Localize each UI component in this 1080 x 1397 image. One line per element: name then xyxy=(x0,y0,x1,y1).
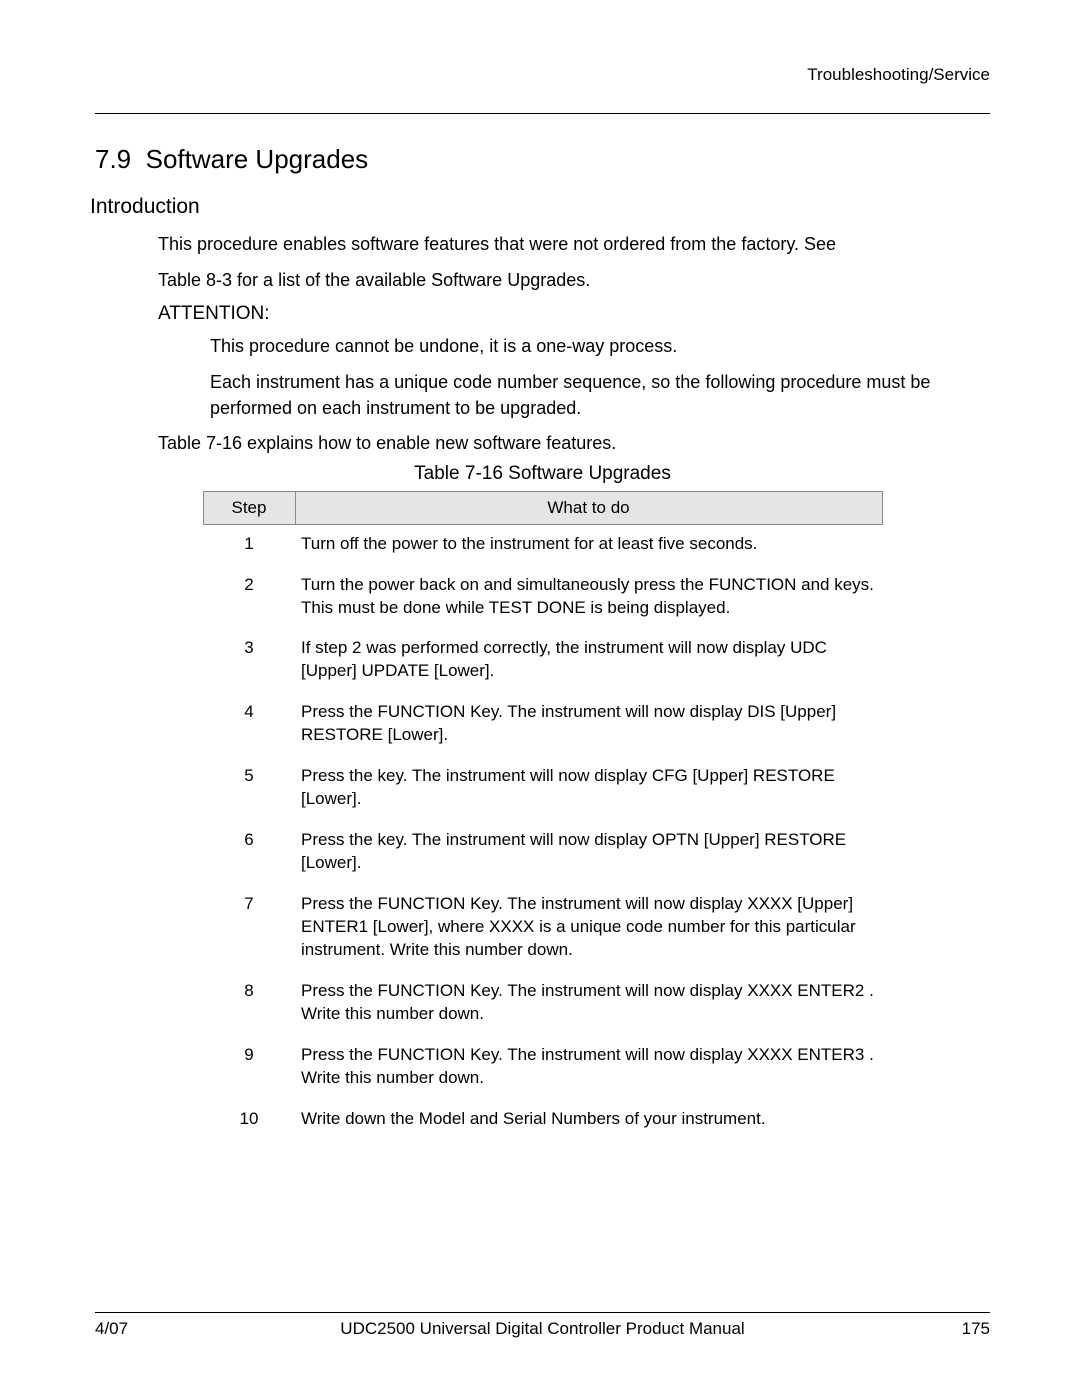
section-heading: 7.9 Software Upgrades xyxy=(95,144,990,175)
table-header-row: Step What to do xyxy=(203,491,882,524)
attention-heading: ATTENTION: xyxy=(158,303,990,325)
step-text: Write down the Model and Serial Numbers … xyxy=(295,1100,882,1141)
table-reference: Table 7-16 explains how to enable new so… xyxy=(158,431,990,456)
intro-p1: This procedure enables software features… xyxy=(158,231,990,257)
col-step: Step xyxy=(203,491,295,524)
header-rule xyxy=(95,113,990,114)
step-num: 7 xyxy=(203,885,295,972)
step-num: 4 xyxy=(203,693,295,757)
footer-title: UDC2500 Universal Digital Controller Pro… xyxy=(205,1319,880,1339)
table-row: 4Press the FUNCTION Key. The instrument … xyxy=(203,693,882,757)
table-row: 2Turn the power back on and simultaneous… xyxy=(203,566,882,630)
step-num: 6 xyxy=(203,821,295,885)
table-row: 9Press the FUNCTION Key. The instrument … xyxy=(203,1036,882,1100)
step-num: 10 xyxy=(203,1100,295,1141)
table-row: 6Press the key. The instrument will now … xyxy=(203,821,882,885)
step-num: 2 xyxy=(203,566,295,630)
footer-page: 175 xyxy=(880,1319,990,1339)
section-number: 7.9 xyxy=(95,144,131,174)
attention-item-1: This procedure cannot be undone, it is a… xyxy=(210,333,990,359)
page-footer: 4/07 UDC2500 Universal Digital Controlle… xyxy=(95,1312,990,1339)
step-num: 5 xyxy=(203,757,295,821)
section-title: Software Upgrades xyxy=(146,144,369,174)
table-row: 3If step 2 was performed correctly, the … xyxy=(203,629,882,693)
step-num: 1 xyxy=(203,524,295,565)
table-row: 7Press the FUNCTION Key. The instrument … xyxy=(203,885,882,972)
step-text: Press the key. The instrument will now d… xyxy=(295,821,882,885)
table-row: 8Press the FUNCTION Key. The instrument … xyxy=(203,972,882,1036)
procedure-table: Step What to do 1Turn off the power to t… xyxy=(203,491,883,1141)
table-caption: Table 7-16 Software Upgrades xyxy=(95,463,990,485)
step-text: Press the FUNCTION Key. The instrument w… xyxy=(295,972,882,1036)
step-num: 9 xyxy=(203,1036,295,1100)
footer-rule xyxy=(95,1312,990,1313)
step-num: 3 xyxy=(203,629,295,693)
col-what: What to do xyxy=(295,491,882,524)
step-text: Turn the power back on and simultaneousl… xyxy=(295,566,882,630)
footer-row: 4/07 UDC2500 Universal Digital Controlle… xyxy=(95,1319,990,1339)
table-row: 5Press the key. The instrument will now … xyxy=(203,757,882,821)
document-page: Troubleshooting/Service 7.9 Software Upg… xyxy=(0,0,1080,1397)
running-head: Troubleshooting/Service xyxy=(95,65,990,85)
intro-body: This procedure enables software features… xyxy=(158,231,990,293)
step-text: Press the FUNCTION Key. The instrument w… xyxy=(295,885,882,972)
table-row: 10Write down the Model and Serial Number… xyxy=(203,1100,882,1141)
step-text: Press the FUNCTION Key. The instrument w… xyxy=(295,1036,882,1100)
attention-body: This procedure cannot be undone, it is a… xyxy=(210,333,990,421)
table-row: 1Turn off the power to the instrument fo… xyxy=(203,524,882,565)
step-text: Press the key. The instrument will now d… xyxy=(295,757,882,821)
step-num: 8 xyxy=(203,972,295,1036)
footer-date: 4/07 xyxy=(95,1319,205,1339)
step-text: Turn off the power to the instrument for… xyxy=(295,524,882,565)
intro-p2: Table 8-3 for a list of the available So… xyxy=(158,267,990,293)
intro-heading: Introduction xyxy=(90,195,990,219)
step-text: If step 2 was performed correctly, the i… xyxy=(295,629,882,693)
attention-item-2: Each instrument has a unique code number… xyxy=(210,369,990,421)
step-text: Press the FUNCTION Key. The instrument w… xyxy=(295,693,882,757)
